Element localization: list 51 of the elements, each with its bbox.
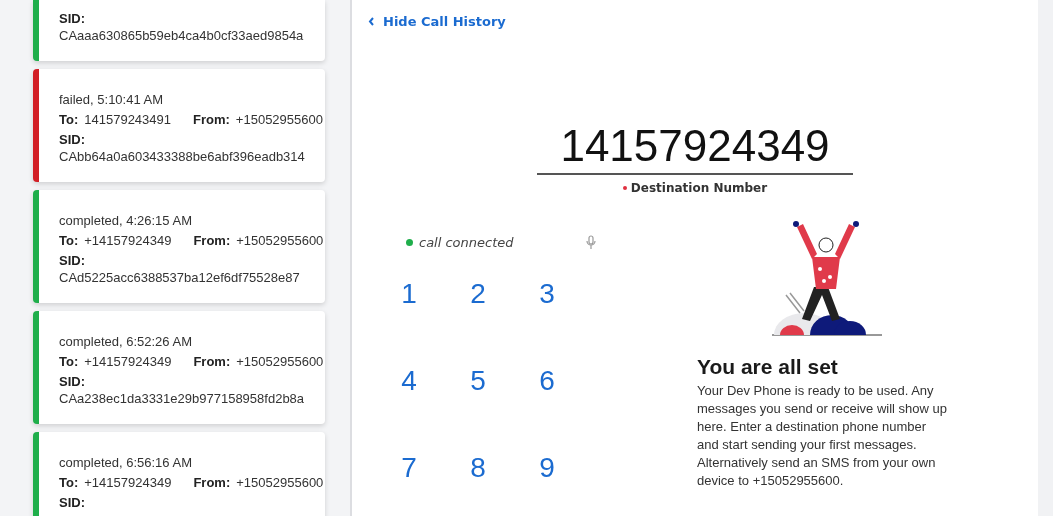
chevron-left-icon bbox=[368, 17, 375, 26]
from-label: From: bbox=[193, 111, 230, 127]
from-number: +15052955600 bbox=[236, 474, 324, 490]
call-history-card[interactable]: completed, 4:26:15 AM To: +14157924349 From: +15052955600 SID: CAd5225acc6388537ba12ef6df75528e87 bbox=[33, 190, 325, 303]
destination-number-field[interactable]: 14157924349 bbox=[537, 121, 853, 175]
destination-number-label: Destination Number bbox=[630, 181, 768, 195]
to-label: To: bbox=[59, 353, 79, 369]
call-status-text: completed, 6:52:26 AM bbox=[59, 333, 192, 349]
sid-label: SID: bbox=[59, 252, 85, 268]
call-history-card[interactable]: completed, 6:56:16 AM To: +14157924349 From: +15052955600 SID: bbox=[33, 432, 325, 516]
from-number: +15052955600 bbox=[236, 353, 324, 369]
to-number: +14157924349 bbox=[84, 353, 172, 369]
to-number: 141579243491 bbox=[84, 111, 171, 127]
call-status-text: completed, 6:56:16 AM bbox=[59, 454, 192, 470]
call-history-card[interactable]: SID: CAaaa630865b59eb4ca4b0cf33aed9854a bbox=[33, 0, 325, 61]
to-label: To: bbox=[59, 232, 79, 248]
sid-label: SID: bbox=[59, 373, 85, 389]
from-number: +15052955600 bbox=[235, 111, 323, 127]
call-history-card[interactable]: completed, 6:52:26 AM To: +14157924349 From: +15052955600 SID: CAa238ec1da3331e29b977158958fd2b8a bbox=[33, 311, 325, 424]
to-number: +14157924349 bbox=[84, 474, 172, 490]
keypad-key[interactable]: 7 bbox=[392, 449, 426, 486]
keypad-key[interactable]: 5 bbox=[461, 362, 495, 399]
empty-state-message: Your Dev Phone is ready to be used. Any messages you send or receive will show up here. Enter a destination phone number and start sending your first messages. Alternatively send an SMS from your own device to +15052955600. bbox=[697, 382, 948, 490]
to-label: To: bbox=[59, 111, 79, 127]
sid-value: CAbb64a0a603433388be6abf396eadb314 bbox=[59, 149, 306, 166]
from-label: From: bbox=[193, 474, 231, 490]
from-label: From: bbox=[193, 232, 231, 248]
sid-label: SID: bbox=[59, 10, 85, 26]
empty-state-title: You are all set bbox=[697, 355, 839, 379]
call-history-card[interactable]: failed, 5:10:41 AM To: 141579243491 From: +15052955600 SID: CAbb64a0a603433388be6abf396eadb314 bbox=[33, 69, 325, 182]
microphone-icon[interactable] bbox=[586, 235, 596, 250]
sid-value: CAaaa630865b59eb4ca4b0cf33aed9854a bbox=[59, 28, 305, 45]
keypad-key[interactable]: 9 bbox=[530, 449, 564, 486]
from-label: From: bbox=[193, 353, 231, 369]
from-number: +15052955600 bbox=[236, 232, 324, 248]
sid-label: SID: bbox=[59, 494, 85, 510]
keypad-key[interactable]: 2 bbox=[461, 275, 495, 312]
sid-label: SID: bbox=[59, 131, 85, 147]
call-status-label: call connected bbox=[419, 235, 514, 250]
sid-value: CAd5225acc6388537ba12ef6df75528e87 bbox=[59, 270, 301, 287]
call-status-text: completed, 4:26:15 AM bbox=[59, 212, 192, 228]
keypad-key[interactable]: 4 bbox=[392, 362, 426, 399]
call-status-text: failed, 5:10:41 AM bbox=[59, 91, 164, 107]
sid-value: CAa238ec1da3331e29b977158958fd2b8a bbox=[59, 391, 306, 408]
keypad-key[interactable]: 1 bbox=[392, 275, 426, 312]
to-label: To: bbox=[59, 474, 79, 490]
to-number: +14157924349 bbox=[84, 232, 172, 248]
keypad-key[interactable]: 6 bbox=[530, 362, 564, 399]
keypad-key[interactable]: 3 bbox=[530, 275, 564, 312]
keypad-key[interactable]: 8 bbox=[461, 449, 495, 486]
hide-call-history-link[interactable]: Hide Call History bbox=[368, 14, 506, 29]
